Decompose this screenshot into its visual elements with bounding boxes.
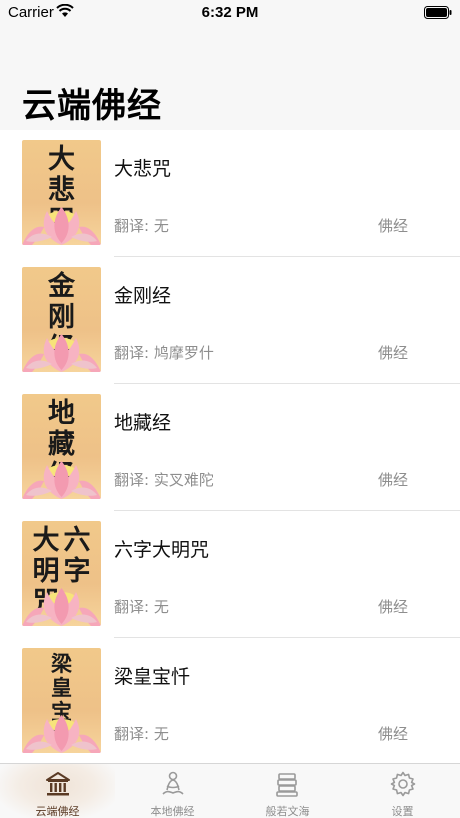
cover-character: 六 [63,525,91,556]
tab-settings[interactable]: 设置 [345,764,460,818]
lotus-icon [22,715,101,753]
sutra-cover-image: 六 字 大 明 咒 [22,521,101,626]
tab-cloud-sutras[interactable]: 云端佛经 [0,764,115,818]
navigation-header: 云端佛经 [0,26,460,130]
cover-character: 皇 [51,675,72,700]
lotus-icon [22,334,101,372]
sutra-title: 地藏经 [114,412,172,434]
tab-prajna-texts[interactable]: 般若文海 [230,764,345,818]
sutra-list[interactable]: 大 悲 咒 大悲咒 翻译: 无 佛经 金 刚 经 [0,130,460,763]
sutra-cover-image: 地 藏 经 [22,394,101,499]
tab-local-sutras[interactable]: 本地佛经 [115,764,230,818]
sutra-cover-image: 梁 皇 宝 忏 [22,648,101,753]
category-tag: 佛经 [377,725,408,743]
tab-label: 般若文海 [265,805,310,818]
list-item[interactable]: 金 刚 经 金刚经 翻译: 鸠摩罗什 佛经 [0,257,460,384]
temple-icon [45,772,70,796]
category-tag: 佛经 [377,471,408,489]
category-tag: 佛经 [377,598,408,616]
sutra-title: 大悲咒 [114,158,172,180]
clock-time: 6:32 PM [201,4,259,21]
sutra-cover-image: 大 悲 咒 [22,140,101,245]
list-item[interactable]: 梁 皇 宝 忏 梁皇宝忏 翻译: 无 佛经 [0,638,460,763]
cover-character: 金 [48,271,75,302]
cover-character: 大 [32,525,60,556]
translator-label: 翻译: 鸠摩罗什 [114,344,214,362]
lotus-icon [22,207,101,245]
tab-label: 云端佛经 [35,805,80,818]
sutra-cover-image: 金 刚 经 [22,267,101,372]
lotus-icon [22,588,101,626]
meditation-icon [161,771,184,795]
sutra-title: 金刚经 [114,285,172,307]
translator-label: 翻译: 无 [114,725,169,743]
battery-icon [424,6,452,19]
sutra-title: 六字大明咒 [114,539,210,561]
tab-label: 本地佛经 [150,805,195,818]
category-tag: 佛经 [377,344,408,362]
cover-character: 地 [48,398,75,429]
tab-label: 设置 [391,805,414,818]
cover-character: 梁 [51,651,72,676]
translator-label: 翻译: 无 [114,598,169,616]
status-bar: Carrier 6:32 PM [0,0,460,26]
tab-bar: 云端佛经 本地佛经 般若文海 设置 [0,763,460,818]
list-item[interactable]: 地 藏 经 地藏经 翻译: 实叉难陀 佛经 [0,384,460,511]
list-item[interactable]: 大 悲 咒 大悲咒 翻译: 无 佛经 [0,130,460,257]
translator-label: 翻译: 无 [114,217,169,235]
sutra-title: 梁皇宝忏 [114,666,191,688]
lotus-icon [22,461,101,499]
list-item[interactable]: 六 字 大 明 咒 六字大明咒 翻译: 无 佛经 [0,511,460,638]
translator-label: 翻译: 实叉难陀 [114,471,214,489]
category-tag: 佛经 [377,217,408,235]
books-icon [275,773,298,797]
page-title: 云端佛经 [22,86,162,126]
cover-character: 大 [48,144,75,175]
gear-icon [390,771,415,797]
